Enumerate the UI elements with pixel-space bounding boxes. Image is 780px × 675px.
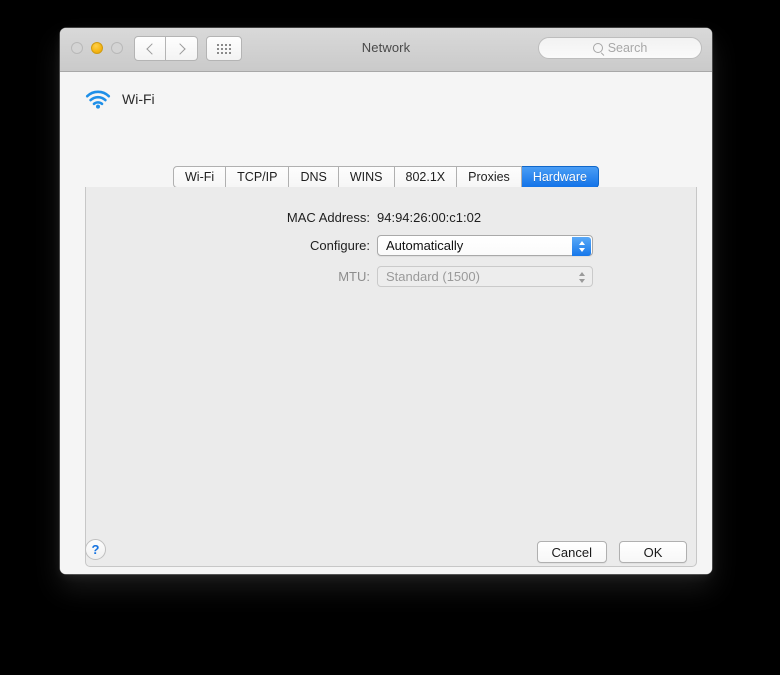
tab-wi-fi[interactable]: Wi-Fi	[173, 166, 227, 188]
mac-address-row: MAC Address: 94:94:26:00:c1:02	[86, 210, 696, 225]
wifi-icon	[85, 90, 111, 109]
tab-proxies[interactable]: Proxies	[457, 166, 522, 188]
network-preferences-window: Network Search Wi-Fi Wi-Fi TCP/IP DNS WI…	[60, 28, 712, 574]
mac-address-label: MAC Address:	[286, 210, 370, 225]
mtu-row: MTU: Standard (1500)	[86, 266, 696, 287]
ok-button[interactable]: OK	[619, 541, 687, 563]
mtu-label: MTU:	[338, 269, 370, 284]
tab-bar: Wi-Fi TCP/IP DNS WINS 802.1X Proxies Har…	[60, 166, 712, 188]
search-input[interactable]: Search	[538, 37, 702, 59]
tab-wins[interactable]: WINS	[338, 166, 395, 188]
tab-802-1x[interactable]: 802.1X	[394, 166, 458, 188]
mac-address-value: 94:94:26:00:c1:02	[377, 210, 482, 225]
tab-tcp-ip[interactable]: TCP/IP	[226, 166, 290, 188]
tab-hardware[interactable]: Hardware	[521, 166, 599, 188]
screen: Network Search Wi-Fi Wi-Fi TCP/IP DNS WI…	[0, 0, 780, 675]
service-name-label: Wi-Fi	[122, 91, 155, 107]
configure-popup-button[interactable]: Automatically	[377, 235, 593, 256]
mtu-value: Standard (1500)	[386, 269, 480, 284]
configure-value: Automatically	[386, 238, 464, 253]
cancel-button[interactable]: Cancel	[536, 541, 607, 563]
chevron-up-down-icon	[572, 237, 591, 256]
search-placeholder: Search	[607, 41, 648, 55]
configure-row: Configure: Automatically	[86, 235, 696, 256]
service-header: Wi-Fi	[85, 89, 155, 109]
search-icon	[592, 43, 603, 53]
window-body: Wi-Fi Wi-Fi TCP/IP DNS WINS 802.1X Proxi…	[60, 72, 712, 574]
hardware-settings-panel: MAC Address: 94:94:26:00:c1:02 Configure…	[85, 187, 697, 567]
window-titlebar: Network Search	[60, 28, 712, 72]
tab-dns[interactable]: DNS	[289, 166, 339, 188]
footer-button-group: Cancel OK	[536, 541, 687, 563]
configure-label: Configure:	[310, 238, 370, 253]
help-button[interactable]: ?	[85, 539, 106, 560]
chevron-up-down-icon	[572, 268, 591, 287]
mtu-popup-button: Standard (1500)	[377, 266, 593, 287]
